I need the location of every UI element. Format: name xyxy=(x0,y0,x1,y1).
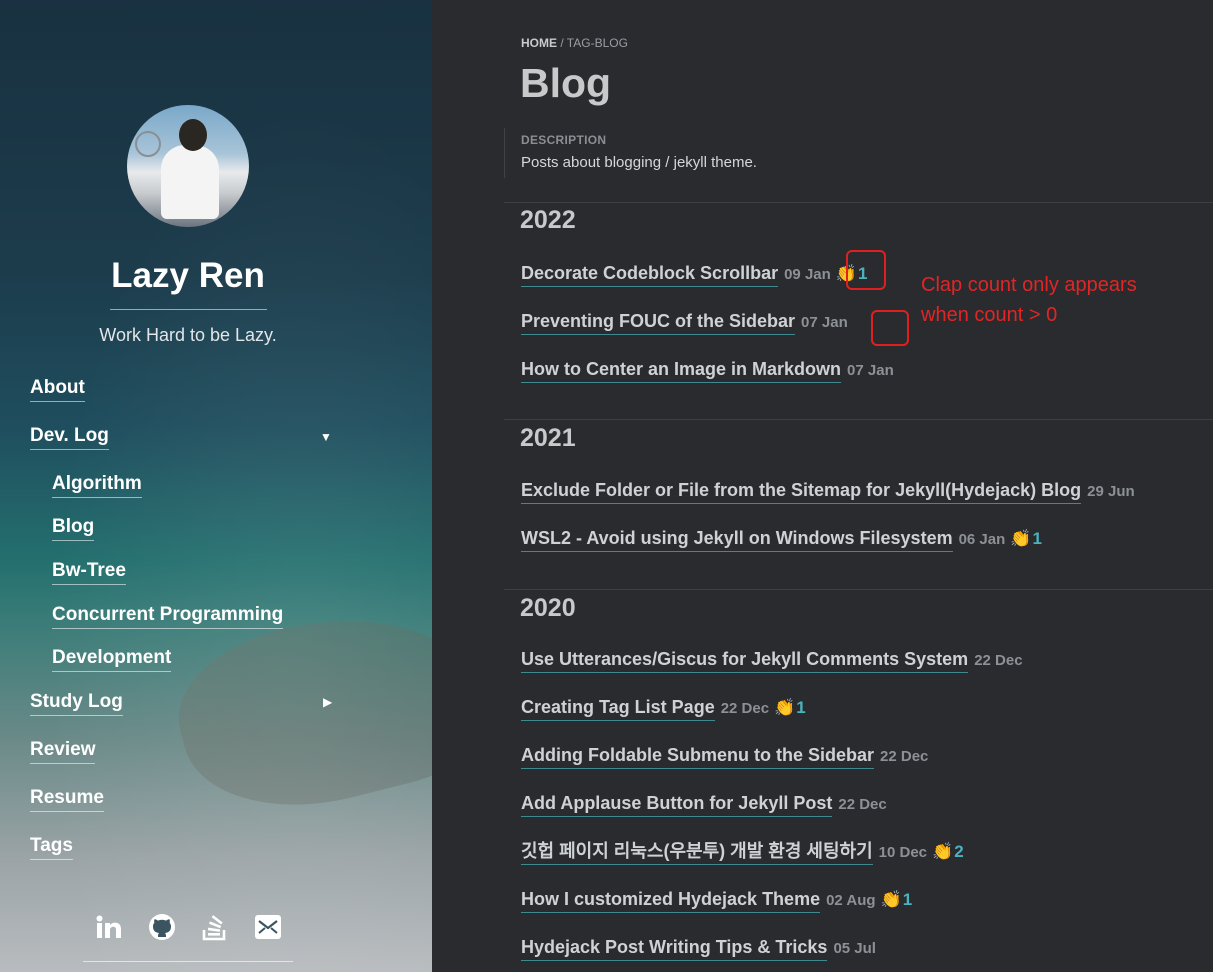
year-divider xyxy=(504,419,1213,420)
breadcrumb-home[interactable]: HOME xyxy=(521,36,557,50)
description-bar xyxy=(504,128,505,178)
post-date: 07 Jan xyxy=(847,362,894,379)
clap-number: 1 xyxy=(1032,529,1042,548)
avatar-person xyxy=(161,145,219,219)
linkedin-icon-graphic xyxy=(96,915,121,938)
post-item: Use Utterances/Giscus for Jekyll Comment… xyxy=(521,648,1023,673)
avatar-head xyxy=(179,119,207,151)
github-icon-graphic xyxy=(149,914,175,940)
clap-count: 👏 1 xyxy=(1010,529,1042,549)
clap-count: 👏 1 xyxy=(881,890,913,910)
nav-tags[interactable]: Tags xyxy=(30,835,73,860)
post-title-link[interactable]: 깃헙 페이지 리눅스(우분투) 개발 환경 세팅하기 xyxy=(521,840,873,865)
year-heading: 2022 xyxy=(520,206,576,234)
sidebar-bottom-divider xyxy=(83,961,293,962)
post-item: Creating Tag List Page 22 Dec 👏 1 xyxy=(521,696,806,721)
nav-bw-tree[interactable]: Bw-Tree xyxy=(52,560,126,585)
post-item: Decorate Codeblock Scrollbar 09 Jan 👏 1 xyxy=(521,262,867,287)
email-icon[interactable] xyxy=(253,912,283,942)
avatar[interactable] xyxy=(127,105,249,227)
nav-review[interactable]: Review xyxy=(30,739,96,764)
nav-resume[interactable]: Resume xyxy=(30,787,104,812)
post-date: 22 Dec xyxy=(880,748,929,765)
caret-right-icon[interactable]: ▶ xyxy=(323,695,332,709)
post-title-link[interactable]: Hydejack Post Writing Tips & Tricks xyxy=(521,936,828,961)
post-date: 09 Jan xyxy=(784,266,831,283)
post-title-link[interactable]: Adding Foldable Submenu to the Sidebar xyxy=(521,744,875,769)
post-item: Add Applause Button for Jekyll Post 22 D… xyxy=(521,792,887,817)
nav-development[interactable]: Development xyxy=(52,647,172,672)
title-divider xyxy=(110,309,267,310)
post-date: 22 Dec xyxy=(720,700,770,717)
post-date: 02 Aug xyxy=(826,892,876,909)
site-tagline: Work Hard to be Lazy. xyxy=(99,325,277,345)
clap-icon: 👏 xyxy=(774,698,796,717)
nav-about[interactable]: About xyxy=(30,377,85,402)
clap-icon: 👏 xyxy=(932,842,954,861)
sidebar: Lazy Ren Work Hard to be Lazy. About Dev… xyxy=(0,0,432,972)
description-text: Posts about blogging / jekyll theme. xyxy=(521,154,757,171)
post-item: WSL2 - Avoid using Jekyll on Windows Fil… xyxy=(521,527,1042,552)
year-divider xyxy=(504,202,1213,203)
post-date: 29 Jun xyxy=(1087,483,1135,500)
nav-dev-log[interactable]: Dev. Log xyxy=(30,425,109,450)
clap-count: 👏 2 xyxy=(932,842,964,862)
post-item: Adding Foldable Submenu to the Sidebar 2… xyxy=(521,744,928,769)
description-label: DESCRIPTION xyxy=(521,133,607,147)
post-item: 깃헙 페이지 리눅스(우분투) 개발 환경 세팅하기 10 Dec 👏 2 xyxy=(521,840,964,865)
github-icon[interactable] xyxy=(147,912,177,942)
post-date: 05 Jul xyxy=(833,940,876,957)
stackoverflow-icon-graphic xyxy=(202,915,226,941)
avatar-ferris-wheel xyxy=(135,131,161,157)
page-title: Blog xyxy=(520,60,612,106)
breadcrumb-current: TAG-BLOG xyxy=(566,36,628,50)
post-date: 22 Dec xyxy=(974,652,1023,669)
clap-number: 2 xyxy=(954,842,964,861)
clap-number: 1 xyxy=(902,890,913,909)
clap-icon: 👏 xyxy=(1010,529,1032,548)
post-date: 06 Jan xyxy=(958,531,1006,548)
post-title-link[interactable]: Use Utterances/Giscus for Jekyll Comment… xyxy=(521,648,969,673)
post-date: 07 Jan xyxy=(801,314,848,331)
post-title-link[interactable]: Exclude Folder or File from the Sitemap … xyxy=(521,479,1082,504)
year-heading: 2020 xyxy=(520,594,576,622)
annotation-highlight-box xyxy=(846,250,886,290)
post-item: Exclude Folder or File from the Sitemap … xyxy=(521,479,1135,504)
post-title-link[interactable]: Preventing FOUC of the Sidebar xyxy=(521,310,796,335)
post-title-link[interactable]: Decorate Codeblock Scrollbar xyxy=(521,262,779,287)
breadcrumb-separator: / xyxy=(557,36,567,50)
annotation-line-1: Clap count only appears xyxy=(921,274,1137,296)
stackoverflow-icon[interactable] xyxy=(200,912,230,942)
caret-down-icon[interactable]: ▼ xyxy=(320,430,332,444)
clap-count: 👏 1 xyxy=(774,698,806,718)
post-title-link[interactable]: WSL2 - Avoid using Jekyll on Windows Fil… xyxy=(521,527,953,552)
post-item: How to Center an Image in Markdown 07 Ja… xyxy=(521,358,894,383)
post-item: How I customized Hydejack Theme 02 Aug 👏… xyxy=(521,888,912,913)
year-heading: 2021 xyxy=(520,424,576,452)
breadcrumb: HOME / TAG-BLOG xyxy=(521,36,628,50)
post-title-link[interactable]: How I customized Hydejack Theme xyxy=(521,888,821,913)
linkedin-icon[interactable] xyxy=(94,912,124,942)
nav-algorithm[interactable]: Algorithm xyxy=(52,473,142,498)
annotation-line-2: when count > 0 xyxy=(921,304,1058,326)
annotation-empty-box xyxy=(871,310,909,346)
post-item: Preventing FOUC of the Sidebar 07 Jan xyxy=(521,310,848,335)
post-title-link[interactable]: How to Center an Image in Markdown xyxy=(521,358,842,383)
clap-icon: 👏 xyxy=(880,890,902,909)
nav-blog[interactable]: Blog xyxy=(52,516,95,541)
nav-study-log[interactable]: Study Log xyxy=(30,691,123,716)
email-icon-graphic xyxy=(255,915,281,939)
post-item: Hydejack Post Writing Tips & Tricks 05 J… xyxy=(521,936,876,961)
post-date: 10 Dec xyxy=(878,844,928,861)
annotation-text: Clap count only appears when count > 0 xyxy=(921,270,1137,330)
clap-number: 1 xyxy=(796,698,806,717)
post-title-link[interactable]: Add Applause Button for Jekyll Post xyxy=(521,792,833,817)
year-divider xyxy=(504,589,1213,590)
nav-concurrent-programming[interactable]: Concurrent Programming xyxy=(52,604,284,629)
site-title[interactable]: Lazy Ren xyxy=(0,256,376,296)
post-date: 22 Dec xyxy=(838,796,887,813)
post-title-link[interactable]: Creating Tag List Page xyxy=(521,696,715,721)
